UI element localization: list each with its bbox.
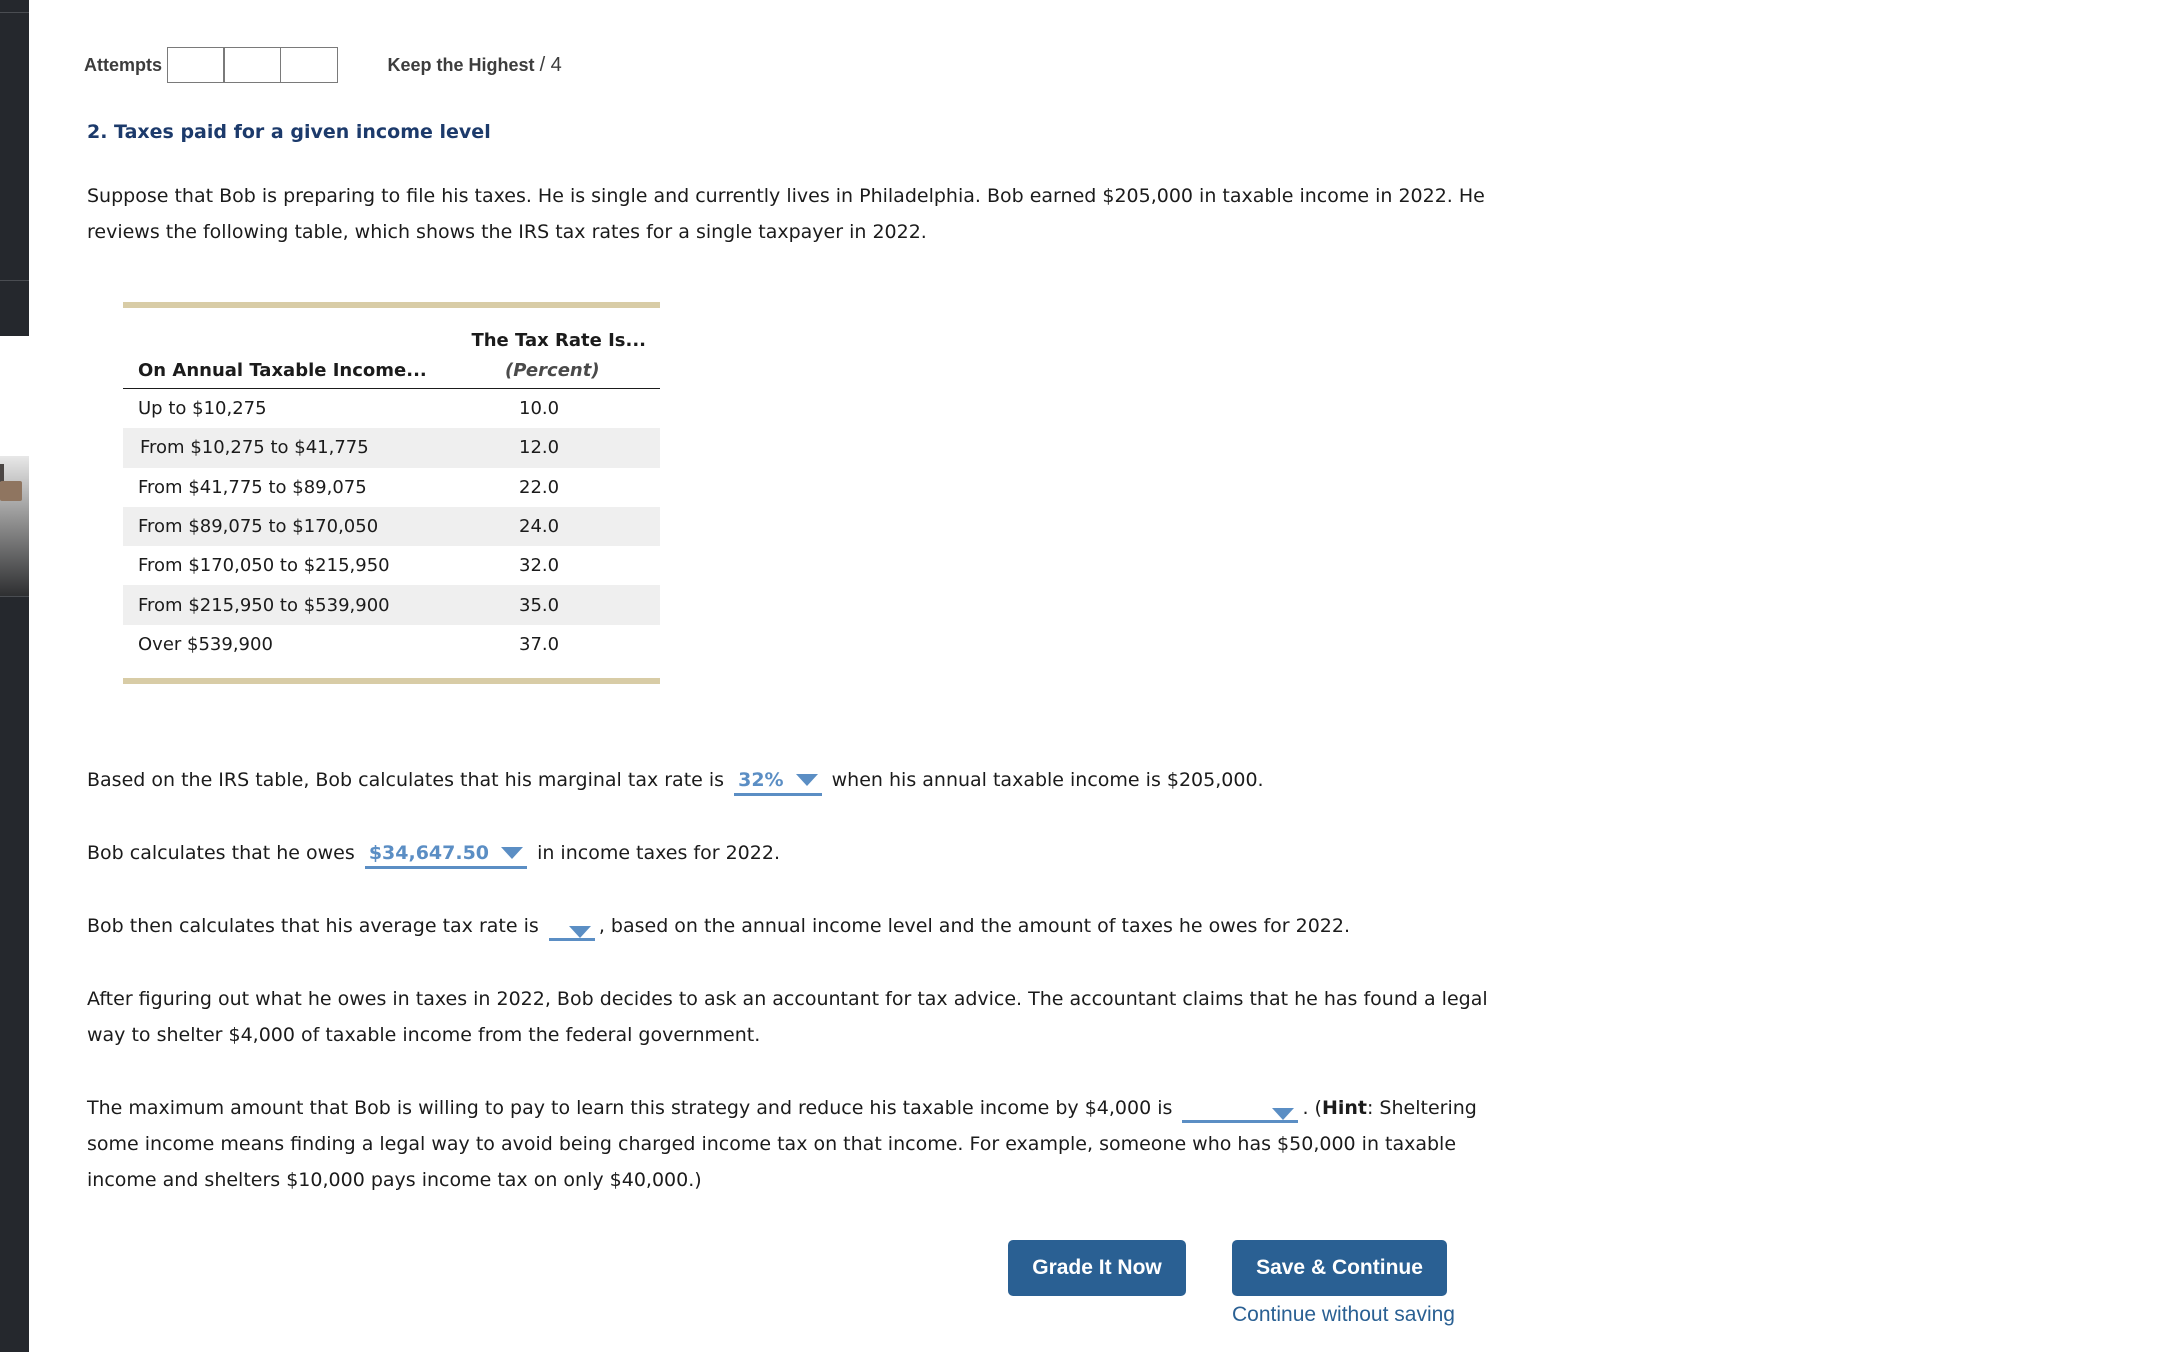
sentence-text: , based on the annual income level and t…: [598, 915, 1351, 937]
table-row: From $215,950 to $539,900 35.0: [123, 585, 660, 625]
table-header: The Tax Rate Is... On Annual Taxable Inc…: [123, 308, 660, 389]
hint-label: Hint: [1321, 1097, 1367, 1119]
tax-rate-table: The Tax Rate Is... On Annual Taxable Inc…: [123, 302, 660, 685]
average-rate-dropdown[interactable]: [548, 926, 595, 941]
sidebar-divider: [0, 596, 29, 597]
income-cell: Over $539,900: [138, 633, 273, 655]
table-row: Over $539,900 37.0: [123, 625, 660, 664]
table-row: From $10,275 to $41,775 12.0: [123, 428, 660, 468]
caret-down-icon: [1272, 1108, 1295, 1120]
save-continue-button[interactable]: Save & Continue: [1232, 1240, 1447, 1296]
income-cell: Up to $10,275: [138, 398, 267, 420]
rate-cell: 24.0: [519, 516, 560, 538]
table-body: Up to $10,275 10.0 From $10,275 to $41,7…: [123, 389, 660, 678]
attempts-row: Attempts Keep the Highest / 4: [84, 47, 562, 83]
sentence-text: when his annual taxable income is $205,0…: [831, 769, 1264, 791]
income-cell: From $10,275 to $41,775: [140, 437, 369, 459]
sentence-text: The maximum amount that Bob is willing t…: [87, 1097, 1173, 1119]
average-rate-sentence: Bob then calculates that his average tax…: [87, 908, 1350, 944]
continue-without-saving-link[interactable]: Continue without saving: [1232, 1303, 1455, 1327]
caret-down-icon: [795, 774, 818, 786]
attempts-label: Attempts: [84, 54, 163, 75]
attempt-box: [166, 47, 225, 83]
question-intro: Suppose that Bob is preparing to file hi…: [87, 185, 1485, 243]
taxes-owed-dropdown[interactable]: $34,647.50: [364, 840, 528, 869]
rate-cell: 10.0: [519, 398, 560, 420]
income-cell: From $89,075 to $170,050: [138, 516, 379, 538]
attempt-box: [223, 47, 282, 83]
rate-cell: 37.0: [519, 633, 560, 655]
sidebar-divider: [0, 12, 29, 13]
sentence-text: in income taxes for 2022.: [537, 842, 780, 864]
rate-cell: 32.0: [519, 555, 560, 577]
left-sidebar: [0, 0, 29, 1352]
taxes-owed-sentence: Bob calculates that he owes $34,647.50 i…: [87, 835, 780, 871]
table-row: From $89,075 to $170,050 24.0: [123, 506, 660, 547]
rate-cell: 22.0: [519, 476, 560, 498]
table-row: Up to $10,275 10.0: [123, 389, 660, 428]
table-bottom-rule: [123, 678, 660, 685]
marginal-rate-sentence: Based on the IRS table, Bob calculates t…: [87, 762, 1264, 798]
caret-down-icon: [501, 847, 524, 859]
income-cell: From $215,950 to $539,900: [138, 594, 390, 616]
table-row: From $170,050 to $215,950 32.0: [123, 546, 660, 585]
sidebar-gap: [0, 336, 29, 456]
grade-it-now-button[interactable]: Grade It Now: [1008, 1240, 1186, 1296]
col-header-rate-unit: (Percent): [505, 360, 600, 381]
keep-highest: Keep the Highest / 4: [388, 54, 562, 77]
question-title: 2. Taxes paid for a given income level: [87, 121, 491, 143]
caret-down-icon: [568, 926, 591, 938]
keep-highest-label: Keep the Highest: [387, 54, 535, 75]
dropdown-value: $34,647.50: [368, 842, 490, 864]
sentence-text: . (: [1302, 1097, 1322, 1119]
attempt-boxes: [166, 47, 338, 83]
accountant-paragraph: After figuring out what he owes in taxes…: [87, 988, 1488, 1046]
sidebar-divider: [0, 280, 29, 281]
sentence-text: Bob calculates that he owes: [87, 842, 355, 864]
marginal-rate-dropdown[interactable]: 32%: [734, 767, 822, 796]
sentence-text: Bob then calculates that his average tax…: [87, 915, 539, 937]
attempt-box: [279, 47, 338, 83]
dropdown-value: 32%: [738, 769, 784, 791]
score-denominator: / 4: [539, 53, 562, 76]
sentence-text: Based on the IRS table, Bob calculates t…: [87, 769, 725, 791]
rate-cell: 12.0: [519, 437, 560, 459]
max-amount-dropdown[interactable]: [1182, 1108, 1299, 1123]
thumbnail-post: [0, 464, 4, 482]
table-row: From $41,775 to $89,075 22.0: [123, 468, 660, 507]
thumbnail-block: [0, 481, 22, 501]
sidebar-thumbnail-image[interactable]: [0, 456, 29, 596]
income-cell: From $170,050 to $215,950: [138, 555, 390, 577]
income-cell: From $41,775 to $89,075: [138, 476, 367, 498]
max-amount-paragraph: The maximum amount that Bob is willing t…: [87, 1090, 1527, 1198]
col-header-income: On Annual Taxable Income...: [138, 360, 427, 381]
col-header-rate: The Tax Rate Is...: [471, 330, 646, 351]
rate-cell: 35.0: [519, 594, 560, 616]
